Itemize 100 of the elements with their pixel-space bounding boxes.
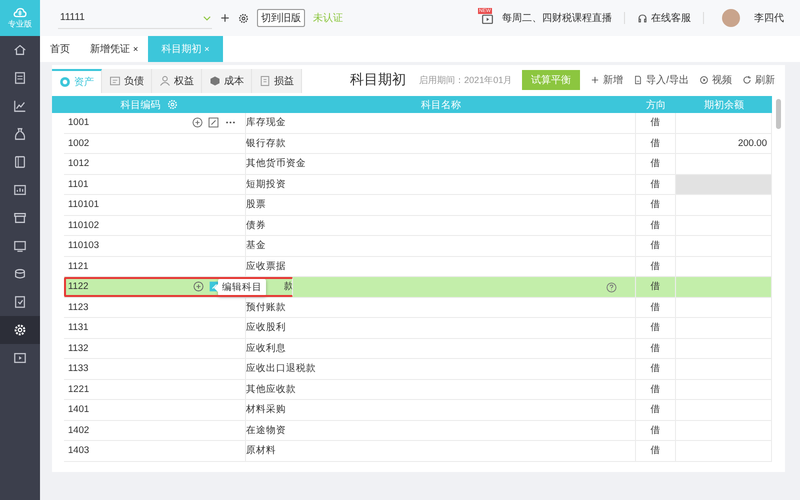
table-cell: 1121 <box>68 260 88 272</box>
table-cell: 1002 <box>68 138 90 149</box>
column-header: 科目编码 <box>120 98 160 112</box>
table-cell: 借 <box>650 116 660 130</box>
store-icon <box>13 211 27 225</box>
switch-version-button[interactable]: 切到旧版 <box>257 9 305 27</box>
import-link[interactable]: 导入/导出 <box>633 73 689 87</box>
table-cell: 预付账款 <box>246 300 286 314</box>
table-cell: 短期投资 <box>246 178 286 191</box>
receipt-icon <box>13 295 27 309</box>
table-cell: 其他货币资金 <box>246 157 306 170</box>
document-icon <box>13 71 27 85</box>
cloud-icon <box>11 6 29 20</box>
page-tab[interactable]: 新增凭证 × <box>80 36 148 62</box>
refresh-icon <box>742 75 752 85</box>
column-header: 科目名称 <box>421 98 461 112</box>
ledger-icon <box>259 75 271 87</box>
table-cell: 借 <box>650 444 660 458</box>
table-row[interactable]: 1131 应收股利 借 <box>64 318 772 338</box>
table-cell: 借 <box>650 382 660 396</box>
table-cell: 银行存款 <box>246 136 286 150</box>
table-cell: 应收股利 <box>246 321 286 334</box>
table-row[interactable]: 1001 库存现金 借 <box>64 113 772 134</box>
file-icon <box>633 75 644 85</box>
table-cell: 借 <box>650 280 660 294</box>
period-label: 启用期间：2021年01月 <box>419 74 512 86</box>
table-cell: 借 <box>650 218 660 232</box>
table-row[interactable]: 110103 基金 借 <box>64 236 772 256</box>
sidebar-item[interactable] <box>0 316 40 344</box>
column-header: 方向 <box>646 98 666 112</box>
category-tab[interactable]: 负债 <box>102 69 152 93</box>
person-icon <box>159 75 171 87</box>
page-title: 科目期初 <box>350 71 407 89</box>
settings-icon[interactable] <box>238 12 249 24</box>
edit-icon[interactable] <box>208 117 219 128</box>
table-cell: 1132 <box>68 342 88 354</box>
table-cell: 借 <box>650 260 660 273</box>
table-cell: 1012 <box>68 158 90 170</box>
auth-status: 未认证 <box>313 12 343 25</box>
video-link[interactable]: 视频 <box>699 73 732 87</box>
table-row[interactable]: 1101 短期投资 借 <box>64 174 772 195</box>
table-cell: 应收出口退税款 <box>246 362 316 376</box>
table-row[interactable]: 110102 债券 借 <box>64 216 772 236</box>
table-cell: 110103 <box>68 240 99 252</box>
category-tab[interactable]: 成本 <box>202 69 252 93</box>
home-icon <box>13 43 27 57</box>
table-cell: 借 <box>650 198 660 212</box>
tv-icon <box>481 12 494 24</box>
table-cell: 1131 <box>68 322 88 334</box>
play-circle-icon <box>699 75 709 85</box>
plus-icon[interactable] <box>220 13 230 23</box>
report-icon <box>13 183 27 197</box>
logo-caption: 专业版 <box>8 21 32 29</box>
account-select[interactable]: 11111 <box>58 8 212 28</box>
table-cell: 原材料 <box>246 444 276 458</box>
table-row[interactable]: 1133 应收出口退税款 借 <box>64 359 772 380</box>
table-cell: 1133 <box>68 363 88 374</box>
table-cell: 借 <box>650 321 660 334</box>
book-icon <box>13 155 27 169</box>
table-row[interactable]: 1132 应收利息 借 <box>64 338 772 359</box>
category-tab[interactable]: 权益 <box>152 69 202 93</box>
table-cell: 材料采购 <box>246 403 286 416</box>
table-cell: 借 <box>650 362 660 376</box>
refresh-link[interactable]: 刷新 <box>742 73 775 87</box>
list-icon <box>109 75 121 87</box>
add-link[interactable]: 新增 <box>590 73 624 87</box>
table-cell: 借 <box>650 239 660 252</box>
category-tab[interactable]: 损益 <box>252 69 302 93</box>
table-row[interactable]: 1401 材料采购 借 <box>64 400 772 420</box>
table-row[interactable]: 1403 原材料 借 <box>64 441 772 462</box>
online-service-link[interactable]: 在线客服 <box>651 11 691 25</box>
headset-icon <box>637 12 648 24</box>
table-row[interactable]: 110101 股票 借 <box>64 195 772 216</box>
table-row[interactable]: 1012 其他货币资金 借 <box>64 154 772 174</box>
table-row[interactable]: 1221 其他应收款 借 <box>64 380 772 400</box>
table-cell: 1403 <box>68 445 90 456</box>
table-cell: 借 <box>650 178 660 191</box>
live-course-link[interactable]: 每周二、四财税课程直播 <box>502 11 612 25</box>
settings-icon <box>13 323 27 337</box>
table-cell: 应收票据 <box>246 260 286 273</box>
table-cell: 股票 <box>246 198 266 212</box>
table-cell: 库存现金 <box>246 116 286 130</box>
add-circle-icon[interactable] <box>193 281 204 292</box>
add-circle-icon[interactable] <box>192 117 203 128</box>
help-icon[interactable] <box>606 282 617 293</box>
table-cell: 借 <box>650 342 660 355</box>
page-tab[interactable]: 首页 <box>40 36 80 62</box>
screen-icon <box>13 239 27 253</box>
table-row[interactable]: 1002 银行存款 借 200.00 <box>64 134 772 154</box>
table-cell: 1401 <box>68 404 90 416</box>
coins-icon <box>59 76 71 88</box>
table-row[interactable]: 1402 在途物资 借 <box>64 420 772 441</box>
cube-icon <box>209 75 221 87</box>
table-cell: 200.00 <box>738 138 767 149</box>
chart-icon <box>13 99 27 113</box>
scrollbar-thumb[interactable] <box>776 99 781 129</box>
plus-icon <box>590 75 600 85</box>
table-cell: 借 <box>650 424 660 437</box>
bag-icon <box>13 127 27 141</box>
table-row[interactable]: 1123 预付账款 借 <box>64 298 772 318</box>
